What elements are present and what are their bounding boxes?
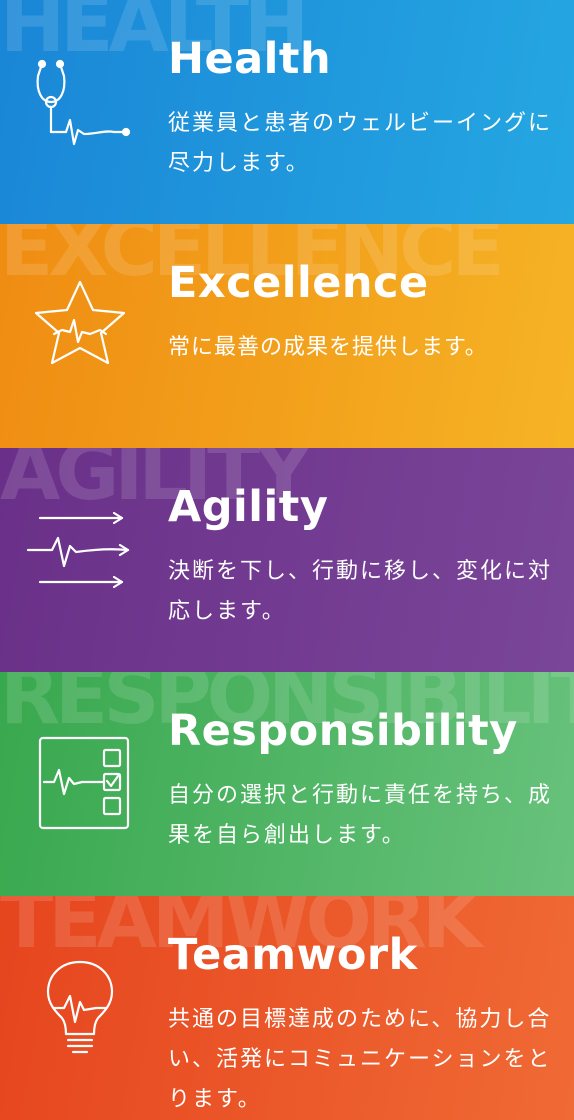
panel-title: Agility [168,482,329,532]
arrows-heartbeat-icon [18,484,148,614]
stethoscope-icon [18,36,148,166]
panel-teamwork: TEAMWORK Teamwork 共通の目標達成のために、協力し合い、活発にコ… [0,896,574,1120]
lightbulb-icon [18,932,148,1062]
panel-title: Teamwork [168,930,418,980]
star-heartbeat-icon [18,260,148,390]
panel-responsibility: RESPONSIBILITY Responsibility 自分の選択と行動に責… [0,672,574,896]
panel-description: 決断を下し、行動に移し、変化に対応します。 [168,559,553,624]
panel-title: Excellence [168,258,429,308]
panel-description: 常に最善の成果を提供します。 [168,335,488,360]
panel-title: Health [168,34,332,84]
panel-description: 従業員と患者のウェルビーイングに尽力します。 [168,111,553,176]
panel-description: 共通の目標達成のために、協力し合い、活発にコミュニケーションをとります。 [168,1007,552,1112]
checklist-monitor-icon [18,708,148,838]
panel-excellence: EXCELLENCE Excellence 常に最善の成果を提供します。 [0,224,574,448]
panel-agility: AGILITY Agility 決断を下し、行動に移し、変化に対応します。 [0,448,574,672]
panel-description: 自分の選択と行動に責任を持ち、成果を自ら創出します。 [168,783,553,848]
panel-title: Responsibility [168,706,518,756]
panel-health: HEALTH Health 従業員と患者のウェルビーイングに尽力します。 [0,0,574,224]
